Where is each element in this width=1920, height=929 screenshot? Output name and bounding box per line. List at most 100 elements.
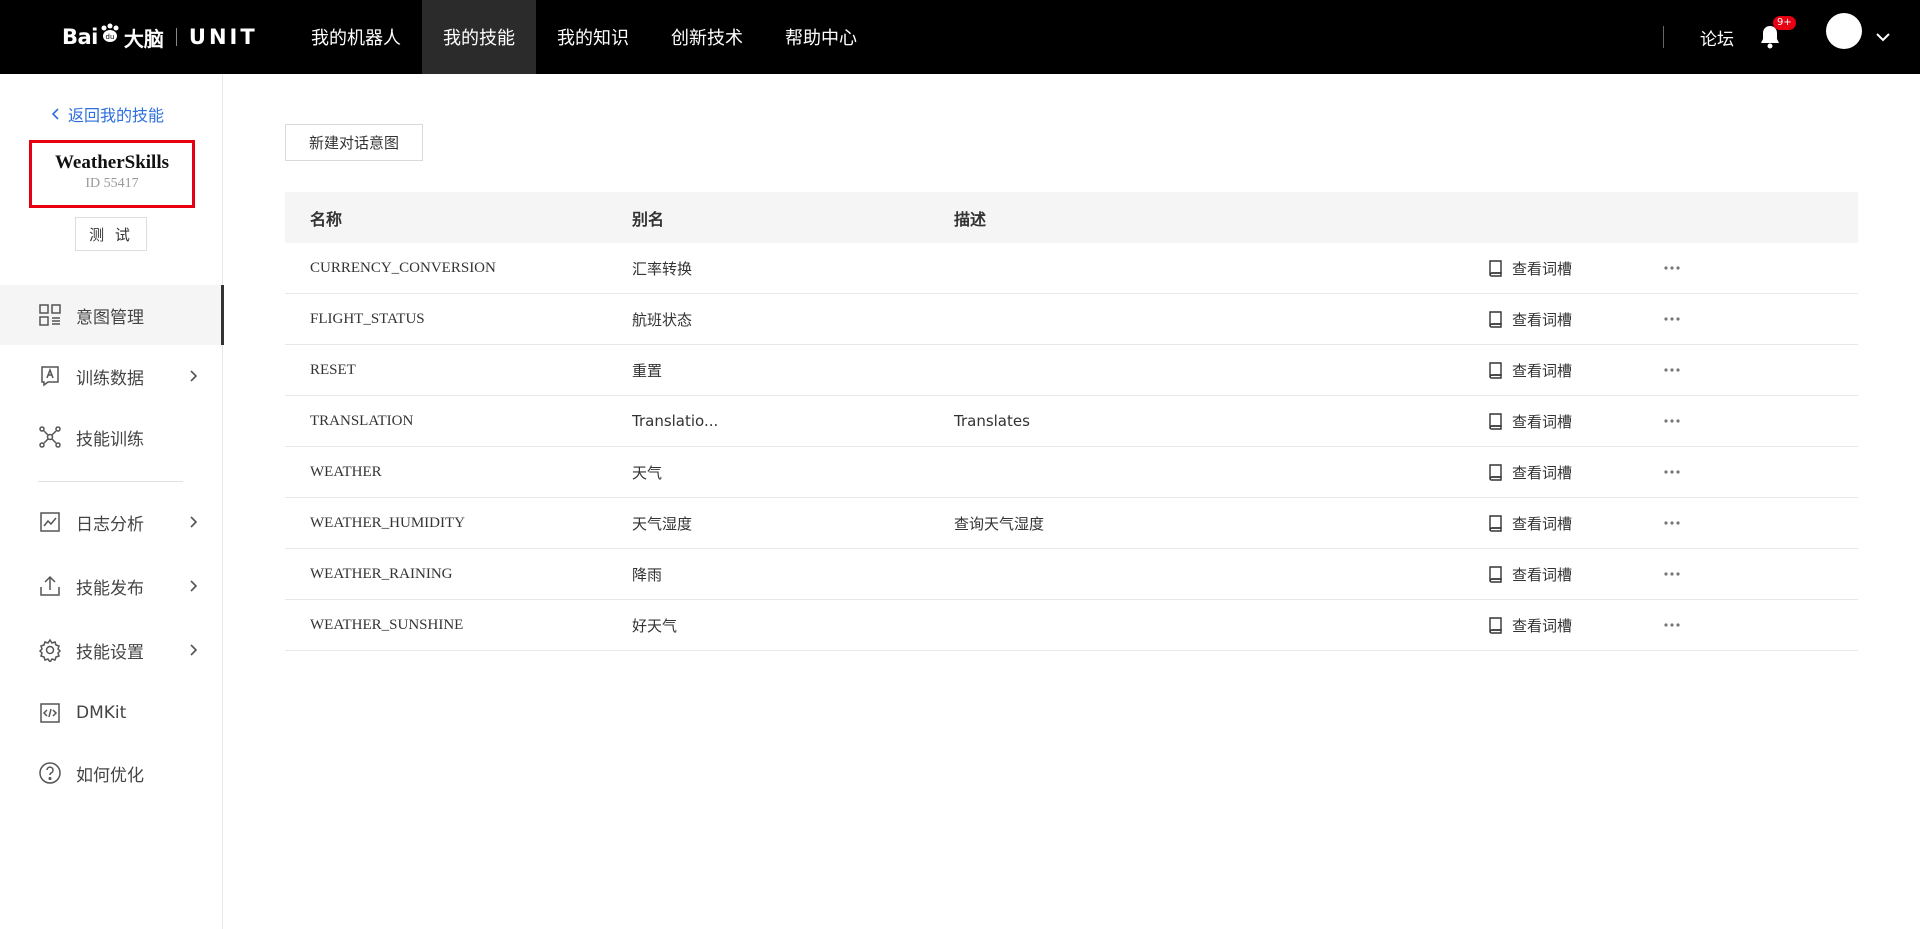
book-icon bbox=[1489, 311, 1502, 328]
table-row[interactable]: WEATHER_RAINING 降雨 查看词槽 bbox=[285, 549, 1858, 600]
table-row[interactable]: WEATHER_SUNSHINE 好天气 查看词槽 bbox=[285, 600, 1858, 651]
sidebar-item-label: 技能设置 bbox=[76, 642, 144, 663]
view-slots-link[interactable]: 查看词槽 bbox=[1488, 258, 1572, 279]
book-icon bbox=[1489, 464, 1502, 481]
training-data-icon bbox=[38, 364, 62, 388]
intent-alias: 航班状态 bbox=[632, 310, 693, 329]
intent-name[interactable]: TRANSLATION bbox=[310, 413, 413, 430]
table-row[interactable]: FLIGHT_STATUS 航班状态 查看词槽 bbox=[285, 294, 1858, 345]
intent-name[interactable]: WEATHER_HUMIDITY bbox=[310, 515, 465, 532]
more-icon[interactable] bbox=[1661, 620, 1683, 630]
chevron-down-icon[interactable] bbox=[1872, 26, 1894, 48]
baidu-unit-logo[interactable]: Bai du 大脑 UNIT bbox=[62, 14, 258, 60]
sidebar-item-label: 技能训练 bbox=[76, 429, 144, 450]
view-slots-link[interactable]: 查看词槽 bbox=[1488, 615, 1572, 636]
sidebar-item-training-data[interactable]: 训练数据 bbox=[0, 346, 223, 406]
network-icon bbox=[38, 425, 62, 449]
nav-my-knowledge[interactable]: 我的知识 bbox=[536, 0, 650, 74]
nav-my-robots[interactable]: 我的机器人 bbox=[290, 0, 422, 74]
sidebar-item-label: 技能发布 bbox=[76, 578, 144, 599]
notification-button[interactable]: 9+ bbox=[1758, 16, 1796, 50]
view-slots-label: 查看词槽 bbox=[1512, 616, 1573, 635]
view-slots-link[interactable]: 查看词槽 bbox=[1488, 462, 1572, 483]
nav-my-skills[interactable]: 我的技能 bbox=[422, 0, 536, 74]
chevron-right-icon bbox=[190, 370, 198, 382]
sidebar-item-label: 日志分析 bbox=[76, 514, 144, 535]
more-icon[interactable] bbox=[1661, 569, 1683, 579]
logo-divider bbox=[175, 28, 177, 46]
table-row[interactable]: WEATHER_HUMIDITY 天气湿度 查询天气湿度 查看词槽 bbox=[285, 498, 1858, 549]
intent-alias: 好天气 bbox=[632, 616, 678, 635]
more-icon[interactable] bbox=[1661, 314, 1683, 324]
sidebar-item-log-analysis[interactable]: 日志分析 bbox=[0, 492, 223, 552]
forum-link[interactable]: 论坛 bbox=[1700, 25, 1734, 50]
intent-alias: 降雨 bbox=[632, 565, 663, 584]
view-slots-link[interactable]: 查看词槽 bbox=[1488, 564, 1572, 585]
table-row[interactable]: TRANSLATION Translatio... Translates 查看词槽 bbox=[285, 396, 1858, 447]
book-icon bbox=[1489, 260, 1502, 277]
view-slots-label: 查看词槽 bbox=[1512, 310, 1573, 329]
view-slots-label: 查看词槽 bbox=[1512, 514, 1573, 533]
chevron-right-icon bbox=[190, 644, 198, 656]
help-icon bbox=[38, 761, 62, 785]
nav-innovation[interactable]: 创新技术 bbox=[650, 0, 764, 74]
intent-table: 名称 别名 描述 CURRENCY_CONVERSION 汇率转换 查看词槽 FLIG… bbox=[285, 192, 1858, 651]
chevron-right-icon bbox=[190, 580, 198, 592]
top-divider bbox=[1663, 26, 1664, 48]
top-right-tools: 论坛 9+ bbox=[1663, 0, 1920, 74]
sidebar-item-skill-settings[interactable]: 技能设置 bbox=[0, 620, 223, 680]
chevron-left-icon bbox=[52, 108, 59, 120]
more-icon[interactable] bbox=[1661, 263, 1683, 273]
paw-icon: du bbox=[101, 23, 119, 42]
skill-id: ID 55417 bbox=[85, 176, 139, 191]
skill-name: WeatherSkills bbox=[54, 152, 169, 173]
more-icon[interactable] bbox=[1661, 416, 1683, 426]
table-body: CURRENCY_CONVERSION 汇率转换 查看词槽 FLIGHT_STATUS… bbox=[285, 243, 1858, 651]
view-slots-link[interactable]: 查看词槽 bbox=[1488, 360, 1572, 381]
table-row[interactable]: CURRENCY_CONVERSION 汇率转换 查看词槽 bbox=[285, 243, 1858, 294]
sidebar-item-label: 意图管理 bbox=[76, 307, 144, 328]
sidebar-item-label: 训练数据 bbox=[76, 368, 144, 389]
new-intent-button[interactable]: 新建对话意图 bbox=[285, 124, 423, 161]
sidebar-item-skill-training[interactable]: 技能训练 bbox=[0, 407, 223, 467]
table-header: 名称 别名 描述 bbox=[285, 192, 1858, 243]
intent-name[interactable]: FLIGHT_STATUS bbox=[310, 311, 425, 328]
view-slots-link[interactable]: 查看词槽 bbox=[1488, 309, 1572, 330]
logo-brain: 大脑 bbox=[123, 26, 164, 51]
table-row[interactable]: RESET 重置 查看词槽 bbox=[285, 345, 1858, 396]
chart-icon bbox=[38, 510, 62, 534]
intent-name[interactable]: WEATHER_RAINING bbox=[310, 566, 452, 583]
intent-name[interactable]: RESET bbox=[310, 362, 356, 379]
back-to-skills-link[interactable]: 返回我的技能 bbox=[52, 102, 164, 126]
column-header-name: 名称 bbox=[310, 209, 343, 229]
main-nav: 我的机器人 我的技能 我的知识 创新技术 帮助中心 bbox=[290, 0, 878, 74]
more-icon[interactable] bbox=[1661, 518, 1683, 528]
intent-alias: Translatio... bbox=[632, 412, 719, 430]
intent-alias: 天气 bbox=[632, 463, 663, 482]
notification-badge: 9+ bbox=[1773, 16, 1796, 30]
view-slots-label: 查看词槽 bbox=[1512, 259, 1573, 278]
more-icon[interactable] bbox=[1661, 467, 1683, 477]
test-button[interactable]: 测 试 bbox=[75, 217, 147, 251]
intent-name[interactable]: CURRENCY_CONVERSION bbox=[310, 260, 496, 277]
sidebar-item-label: DMKit bbox=[76, 703, 127, 723]
intent-name[interactable]: WEATHER_SUNSHINE bbox=[310, 617, 463, 634]
more-icon[interactable] bbox=[1661, 365, 1683, 375]
book-icon bbox=[1489, 617, 1502, 634]
avatar[interactable] bbox=[1826, 13, 1862, 49]
sidebar-item-skill-publish[interactable]: 技能发布 bbox=[0, 556, 223, 616]
nav-help-center[interactable]: 帮助中心 bbox=[764, 0, 878, 74]
intent-alias: 天气湿度 bbox=[632, 514, 693, 533]
column-header-alias: 别名 bbox=[632, 209, 665, 229]
intent-icon bbox=[38, 303, 62, 327]
view-slots-link[interactable]: 查看词槽 bbox=[1488, 513, 1572, 534]
view-slots-link[interactable]: 查看词槽 bbox=[1488, 411, 1572, 432]
sidebar-item-intent-management[interactable]: 意图管理 bbox=[0, 285, 224, 345]
table-row[interactable]: WEATHER 天气 查看词槽 bbox=[285, 447, 1858, 498]
sidebar-item-dmkit[interactable]: DMKit bbox=[0, 683, 223, 743]
view-slots-label: 查看词槽 bbox=[1512, 463, 1573, 482]
intent-name[interactable]: WEATHER bbox=[310, 464, 382, 481]
sidebar-item-how-to-optimize[interactable]: 如何优化 bbox=[0, 743, 223, 803]
column-header-description: 描述 bbox=[954, 209, 987, 229]
book-icon bbox=[1489, 515, 1502, 532]
